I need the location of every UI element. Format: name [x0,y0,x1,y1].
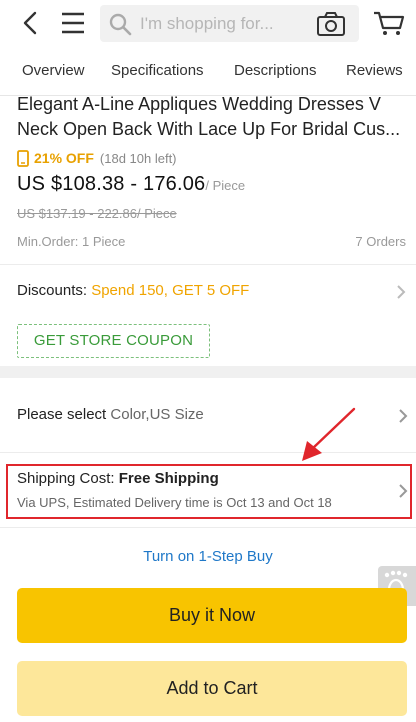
price-row: US $108.38 - 176.06/ Piece [17,173,245,196]
menu-icon[interactable] [60,11,86,35]
add-to-cart-button[interactable]: Add to Cart [17,661,407,716]
price: US $108.38 - 176.06 [17,173,206,195]
search-input[interactable] [140,12,308,36]
chevron-right-icon [399,409,408,423]
cart-icon[interactable] [372,9,406,37]
tab-reviews[interactable]: Reviews [346,62,403,79]
tab-overview[interactable]: Overview [22,62,85,79]
tab-bar: Overview Specifications Descriptions Rev… [0,48,416,96]
select-text: Please select Color,US Size [17,406,204,423]
discounts-row[interactable]: Discounts: Spend 150, GET 5 OFF [0,266,416,316]
mobile-phone-icon [17,149,29,167]
get-store-coupon-button[interactable]: GET STORE COUPON [17,324,210,358]
select-label: Please select [17,406,111,423]
product-title-line-1: Elegant A-Line Appliques Wedding Dresses… [17,94,381,114]
tab-descriptions[interactable]: Descriptions [234,62,317,79]
discounts-label: Discounts: [17,282,92,299]
price-unit: / Piece [205,178,246,193]
divider [0,264,416,265]
buy-it-now-button[interactable]: Buy it Now [17,588,407,643]
one-step-buy-label[interactable]: Turn on 1-Step Buy [143,548,273,565]
back-arrow-icon[interactable] [18,10,44,36]
time-left: (18d 10h left) [99,150,177,166]
discounts-text: Discounts: Spend 150, GET 5 OFF [17,282,249,299]
camera-icon[interactable] [316,11,346,37]
product-title: Elegant A-Line Appliques Wedding Dresses… [17,92,409,140]
section-divider [0,366,416,378]
search-box[interactable] [100,5,359,42]
one-step-buy-link[interactable]: Turn on 1-Step Buy [0,548,416,565]
orders-count: 7 Orders [355,234,406,249]
tab-specifications[interactable]: Specifications [111,62,204,79]
chevron-right-icon [397,285,406,299]
product-title-line-2: Neck Open Back With Lace Up For Bridal C… [17,119,401,139]
select-options: Color,US Size [110,406,204,423]
promo-row: 21% OFF (18d 10h left) [17,149,177,167]
annotation-arrow-icon [302,407,356,461]
discounts-value: Spend 150, GET 5 OFF [91,282,250,299]
discount-percentage: 21% OFF [34,150,94,166]
search-icon [109,13,132,36]
top-bar [0,0,416,48]
divider [0,527,416,528]
old-price: US $137.19 - 222.86/ Piece [17,206,177,221]
min-order: Min.Order: 1 Piece [17,234,126,249]
shipping-highlight-box [6,464,412,519]
